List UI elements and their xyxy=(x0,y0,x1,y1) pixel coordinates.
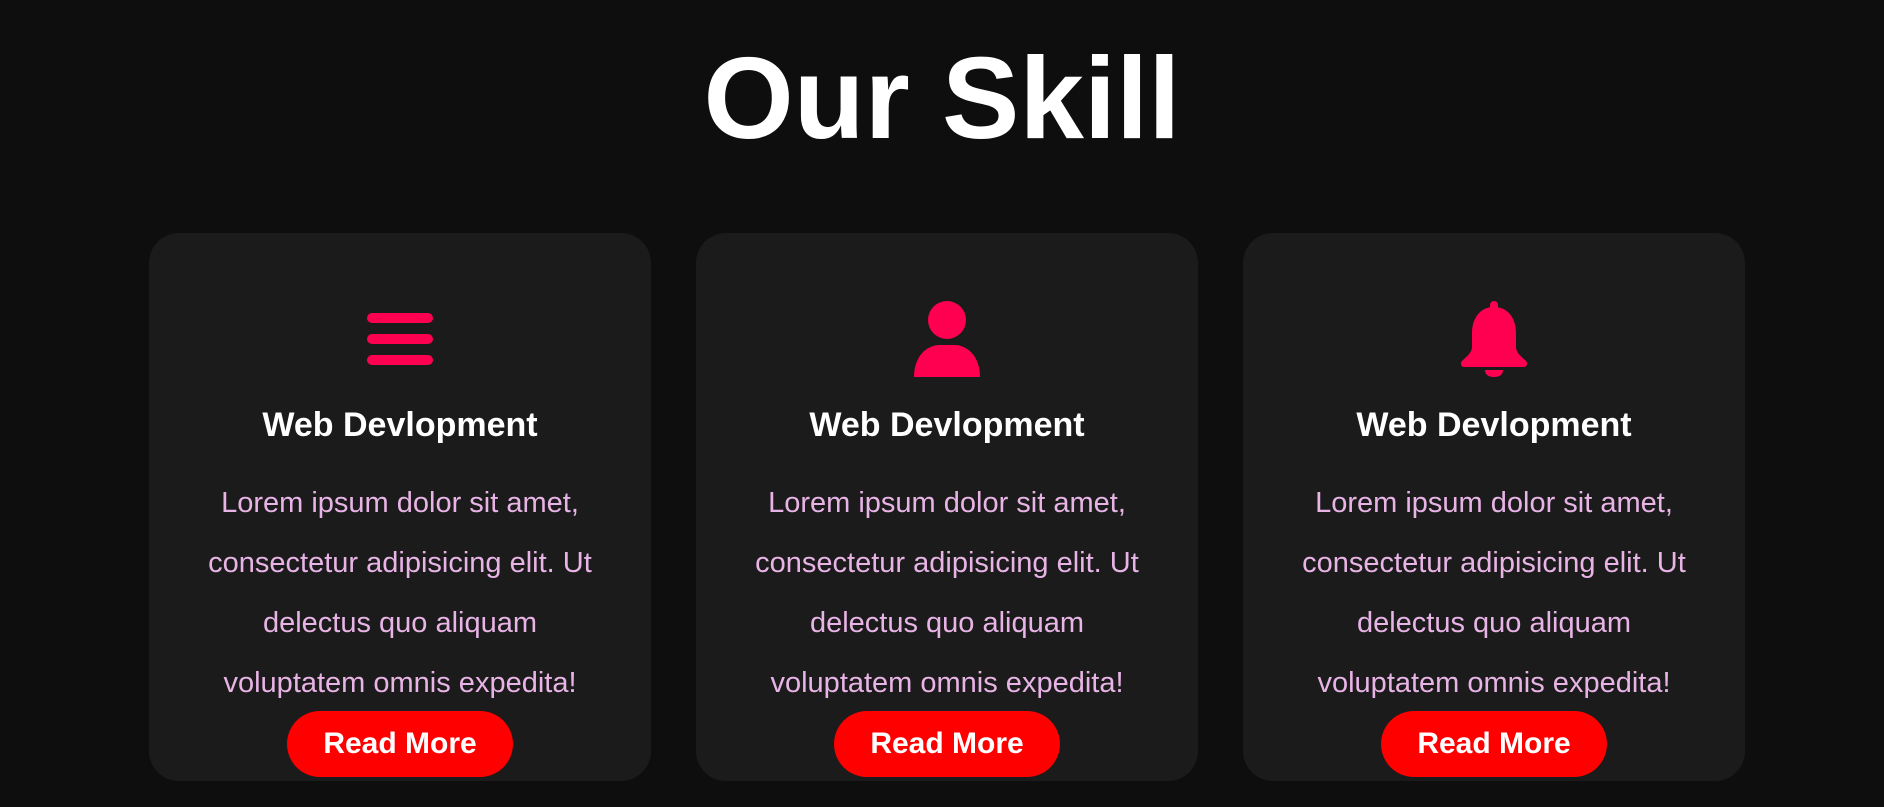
skill-card: Web Devlopment Lorem ipsum dolor sit ame… xyxy=(149,233,651,781)
read-more-button[interactable]: Read More xyxy=(1381,711,1607,777)
card-title: Web Devlopment xyxy=(809,406,1085,444)
card-description: Lorem ipsum dolor sit amet, consectetur … xyxy=(1302,487,1686,699)
read-more-button[interactable]: Read More xyxy=(287,711,513,777)
menu-bars-icon xyxy=(149,299,651,379)
card-description: Lorem ipsum dolor sit amet, consectetur … xyxy=(755,487,1139,699)
card-title: Web Devlopment xyxy=(1356,406,1632,444)
skill-card: Web Devlopment Lorem ipsum dolor sit ame… xyxy=(1243,233,1745,781)
skill-card: Web Devlopment Lorem ipsum dolor sit ame… xyxy=(696,233,1198,781)
card-title: Web Devlopment xyxy=(262,406,538,444)
skill-cards: Web Devlopment Lorem ipsum dolor sit ame… xyxy=(149,233,1745,781)
section-title: Our Skill xyxy=(703,33,1181,163)
bell-icon xyxy=(1243,299,1745,379)
user-icon xyxy=(696,299,1198,379)
card-description: Lorem ipsum dolor sit amet, consectetur … xyxy=(208,487,592,699)
read-more-button[interactable]: Read More xyxy=(834,711,1060,777)
